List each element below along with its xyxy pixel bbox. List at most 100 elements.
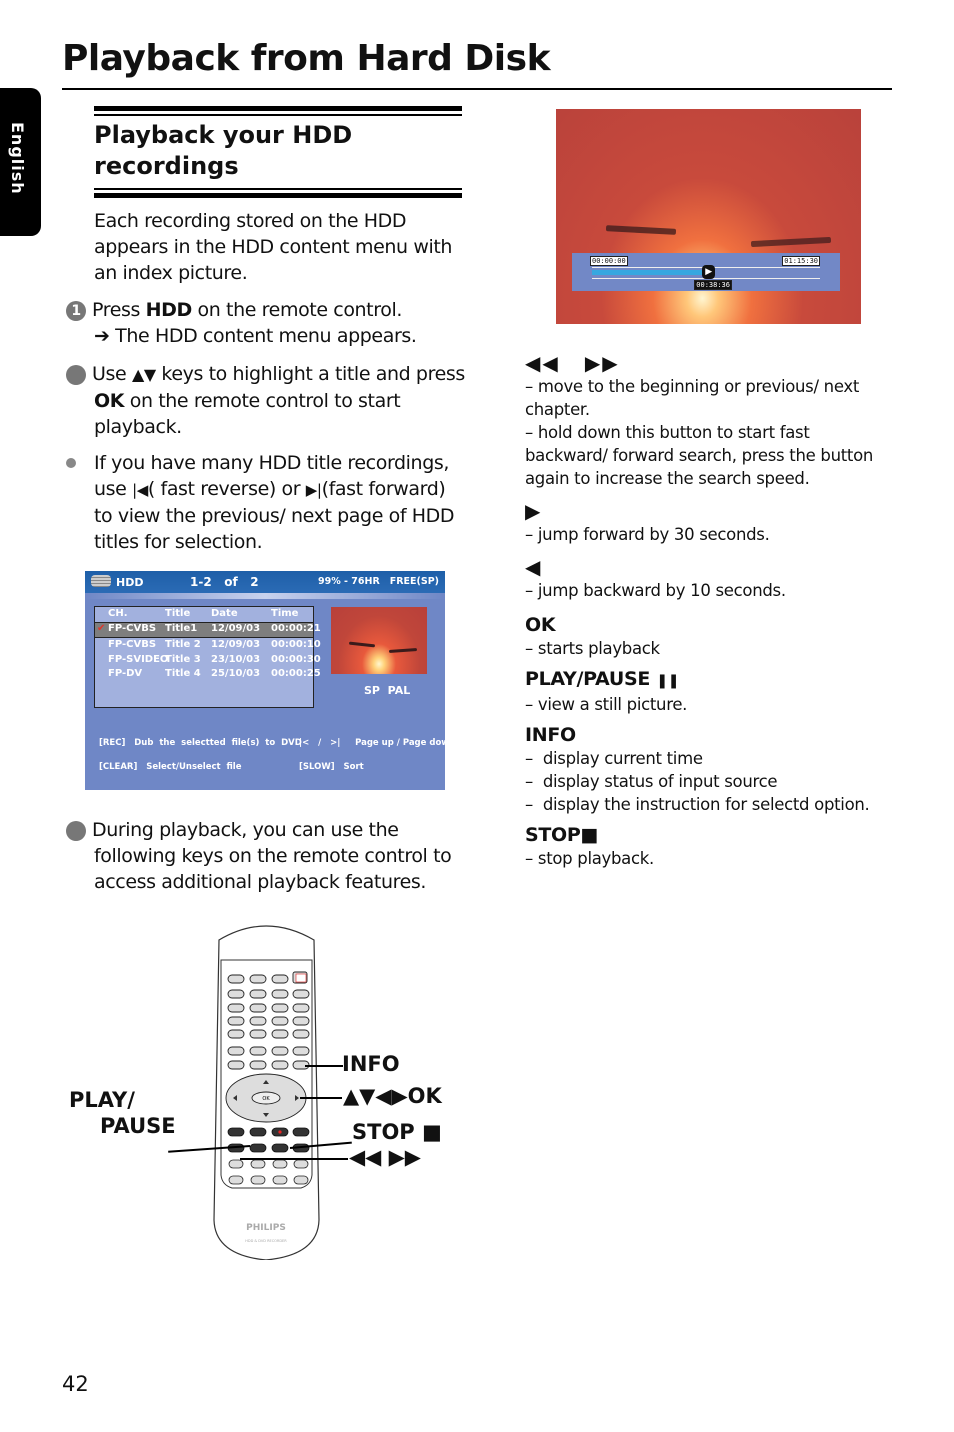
arrow-right-icon: ➔ bbox=[94, 325, 110, 347]
row-date: 12/09/03 bbox=[211, 623, 261, 634]
step-number-1: 1 bbox=[66, 301, 86, 321]
play-forward-icon: ▶ bbox=[525, 499, 543, 523]
intro-paragraph: Each recording stored on the HDD appears… bbox=[94, 210, 453, 284]
heading-rule-bottom-thin bbox=[94, 188, 462, 190]
hdd-capacity: 99% - 76HR FREE(SP) bbox=[318, 576, 439, 587]
step-3: 3 During playback, you can use the follow… bbox=[57, 817, 466, 895]
hdd-key: HDD bbox=[145, 299, 193, 321]
progress-track[interactable]: ▶ bbox=[592, 265, 820, 279]
play-pause-heading: PLAY/PAUSE bbox=[525, 668, 651, 690]
hint-page: |< / >| Page up / Page down bbox=[299, 738, 445, 748]
hdd-source-label: HDD bbox=[116, 576, 144, 589]
stop-heading: STOP bbox=[525, 824, 581, 846]
play-backward-icon: ◀ bbox=[525, 555, 543, 579]
bullet-icon bbox=[66, 458, 76, 468]
bullet-text-rev: ( fast reverse) or bbox=[147, 478, 306, 500]
help-line: – hold down this button to start fast ba… bbox=[525, 423, 874, 488]
callout-play: PLAY/ bbox=[69, 1088, 135, 1112]
page-number: 42 bbox=[62, 1372, 89, 1396]
step-1-text-end: on the remote control. bbox=[191, 299, 403, 321]
pause-icon: ❚❚ bbox=[656, 673, 680, 689]
callout-skip: ◀◀ ▶▶ bbox=[349, 1145, 421, 1169]
header-fade bbox=[85, 593, 445, 599]
callout-info: INFO bbox=[342, 1052, 400, 1076]
help-line: – jump forward by 30 seconds. bbox=[525, 525, 770, 544]
step-2-text: Use bbox=[92, 363, 132, 385]
preview-thumbnail bbox=[331, 607, 427, 674]
hint-clear: [CLEAR] Select/Unselect file bbox=[99, 762, 242, 772]
up-down-keys-icon: ▲▼ bbox=[131, 365, 156, 384]
osd-current-time: 00:38:36 bbox=[694, 280, 732, 290]
osd-start-time: 00:00:00 bbox=[590, 256, 628, 266]
step-3-text: During playback, you can use the followi… bbox=[92, 819, 452, 893]
table-row[interactable]: FP-DV Title 4 25/10/03 00:00:25 bbox=[95, 668, 321, 682]
table-header: CH. Title Date Time bbox=[95, 608, 313, 622]
help-line: – jump backward by 10 seconds. bbox=[525, 581, 786, 600]
bird-silhouette bbox=[388, 648, 418, 653]
row-time: 00:00:30 bbox=[271, 654, 321, 665]
skip-back-icon: |◀ bbox=[132, 481, 148, 499]
step-2-text-end: on the remote control to start playback. bbox=[94, 390, 401, 438]
step-number-3: 3 bbox=[57, 821, 86, 841]
skip-leader-line bbox=[240, 1158, 348, 1160]
table-row[interactable]: ✔ FP-CVBS Title1 12/09/03 00:00:21 bbox=[95, 622, 321, 638]
col-date: Date bbox=[211, 608, 238, 619]
selected-marker-icon: ✔ bbox=[97, 623, 106, 634]
stop-icon: ■ bbox=[580, 824, 599, 846]
table-row[interactable]: FP-CVBS Title 2 12/09/03 00:00:10 bbox=[95, 639, 321, 653]
heading-rule-top-thin bbox=[94, 114, 462, 116]
hint-slow: [SLOW] Sort bbox=[299, 762, 364, 772]
row-ch: FP-CVBS bbox=[108, 623, 157, 634]
row-ch: FP-DV bbox=[108, 668, 143, 679]
row-time: 00:00:25 bbox=[271, 668, 321, 679]
callout-pause: PAUSE bbox=[100, 1114, 176, 1138]
progress-osd: 00:00:00 01:15:30 ▶ 00:38:36 bbox=[572, 253, 840, 291]
bird-silhouette bbox=[750, 236, 832, 248]
row-date: 25/10/03 bbox=[211, 668, 261, 679]
language-tab-label: English bbox=[8, 122, 27, 195]
help-line: – display the instruction for selectd op… bbox=[525, 795, 870, 814]
osd-end-time: 01:15:30 bbox=[782, 256, 820, 266]
step-2-text-mid: keys to highlight a title and press bbox=[155, 363, 465, 385]
hdd-content-menu: HDD 1-2 of 2 99% - 76HR FREE(SP) CH. Tit… bbox=[85, 571, 445, 790]
row-date: 23/10/03 bbox=[211, 654, 261, 665]
language-tab: English bbox=[0, 88, 41, 236]
help-line: – stop playback. bbox=[525, 849, 654, 868]
preview-label: SP PAL bbox=[364, 684, 411, 697]
step-1: 1 Press HDD on the remote control. ➔ The … bbox=[66, 297, 466, 349]
table-row[interactable]: FP-SVIDEO Title 3 23/10/03 00:00:30 bbox=[95, 654, 321, 668]
page-title: Playback from Hard Disk bbox=[62, 38, 551, 79]
row-title: Title 4 bbox=[165, 668, 201, 679]
hdd-disk-icon bbox=[91, 575, 111, 587]
rewind-forward-icon: ◀◀ ▶▶ bbox=[525, 351, 620, 375]
row-ch: FP-CVBS bbox=[108, 639, 157, 650]
help-line: – view a still picture. bbox=[525, 695, 688, 714]
remote-model: HDD & DVD RECORDER bbox=[245, 1239, 287, 1243]
remote-ok-text: OK bbox=[262, 1096, 270, 1102]
row-time: 00:00:10 bbox=[271, 639, 321, 650]
row-title: Title1 bbox=[165, 623, 198, 634]
title-divider bbox=[62, 88, 892, 90]
help-line: – display current time bbox=[525, 749, 703, 768]
remote-control: OK PHILIPS HDD & DVD RECORDER bbox=[213, 925, 320, 1260]
row-ch: FP-SVIDEO bbox=[108, 654, 169, 665]
row-title: Title 3 bbox=[165, 654, 201, 665]
play-position-icon[interactable]: ▶ bbox=[702, 265, 716, 279]
info-leader-line bbox=[305, 1065, 343, 1067]
nav-leader-line bbox=[300, 1097, 342, 1099]
callout-stop: STOP ■ bbox=[352, 1120, 442, 1144]
key-help: ◀◀ ▶▶ – move to the beginning or previou… bbox=[525, 352, 885, 870]
col-ch: CH. bbox=[108, 608, 128, 619]
heading-rule-bottom bbox=[94, 193, 462, 198]
bird-silhouette bbox=[605, 225, 677, 235]
info-heading: INFO bbox=[525, 724, 576, 746]
bird-silhouette bbox=[348, 641, 376, 648]
section-heading: Playback your HDD recordings bbox=[94, 120, 352, 182]
step-number-2: 2 bbox=[57, 365, 86, 385]
hdd-menu-header: HDD 1-2 of 2 99% - 76HR FREE(SP) bbox=[85, 571, 445, 593]
help-line: – display status of input source bbox=[525, 772, 778, 791]
skip-forward-icon: ▶| bbox=[305, 481, 322, 499]
hdd-page-range: 1-2 of 2 bbox=[190, 575, 259, 589]
step-1-result: The HDD content menu appears. bbox=[115, 325, 417, 347]
hint-rec: [REC] Dub the selectted file(s) to DVD bbox=[99, 738, 302, 748]
